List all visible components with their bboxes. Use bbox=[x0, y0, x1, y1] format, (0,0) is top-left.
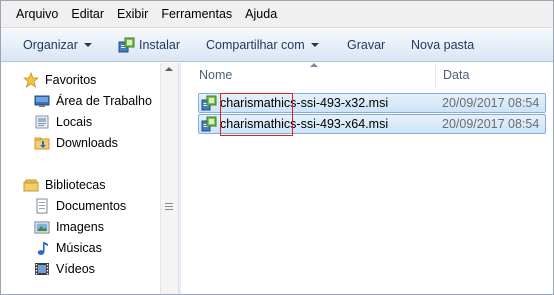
sort-ascending-icon bbox=[310, 63, 318, 67]
new-folder-button[interactable]: Nova pasta bbox=[411, 38, 474, 52]
chevron-down-icon bbox=[83, 43, 92, 47]
scroll-grip-icon[interactable] bbox=[165, 203, 173, 211]
burn-button[interactable]: Gravar bbox=[347, 38, 385, 52]
desktop-icon bbox=[34, 93, 50, 109]
organize-button[interactable]: Organizar bbox=[23, 38, 92, 52]
menu-ferramentas[interactable]: Ferramentas bbox=[161, 7, 232, 21]
navigation-pane: Favoritos Área de Trabalho Locais Downlo… bbox=[1, 63, 178, 294]
star-icon bbox=[22, 71, 40, 88]
nav-item-label: Downloads bbox=[56, 136, 118, 150]
nav-item-locais[interactable]: Locais bbox=[34, 112, 92, 132]
column-header-name[interactable]: Nome bbox=[199, 68, 232, 82]
nav-item-musicas[interactable]: Músicas bbox=[34, 238, 102, 258]
libraries-icon bbox=[23, 177, 39, 193]
nav-favorites[interactable]: Favoritos bbox=[22, 70, 97, 90]
msi-installer-icon bbox=[201, 95, 217, 111]
nav-item-downloads[interactable]: Downloads bbox=[34, 133, 118, 153]
menu-arquivo[interactable]: Arquivo bbox=[16, 7, 58, 21]
videos-icon bbox=[34, 261, 50, 277]
nav-item-videos[interactable]: Vídeos bbox=[34, 259, 95, 279]
file-row[interactable]: charismathics-ssi-493-x64.msi 20/09/2017… bbox=[198, 114, 546, 134]
documents-icon bbox=[34, 198, 50, 214]
install-label: Instalar bbox=[139, 38, 180, 52]
navigation-scrollbar[interactable] bbox=[160, 63, 178, 294]
menu-exibir[interactable]: Exibir bbox=[117, 7, 148, 21]
share-button[interactable]: Compartilhar com bbox=[206, 38, 319, 52]
install-button[interactable]: Instalar bbox=[118, 36, 180, 54]
installer-icon bbox=[118, 36, 136, 54]
menu-ajuda[interactable]: Ajuda bbox=[245, 7, 277, 21]
file-date: 20/09/2017 08:54 bbox=[442, 96, 540, 110]
nav-item-label: Documentos bbox=[56, 199, 127, 213]
nav-item-label: Área de Trabalho bbox=[56, 94, 152, 108]
file-name: charismathics-ssi-493-x64.msi bbox=[220, 117, 389, 131]
nav-item-imagens[interactable]: Imagens bbox=[34, 217, 104, 237]
organize-label: Organizar bbox=[23, 38, 78, 52]
nav-item-label: Vídeos bbox=[56, 262, 95, 276]
menu-editar[interactable]: Editar bbox=[71, 7, 104, 21]
msi-installer-icon bbox=[201, 116, 217, 132]
nav-libraries-label: Bibliotecas bbox=[45, 178, 106, 192]
column-divider[interactable] bbox=[435, 63, 436, 88]
pictures-icon bbox=[34, 219, 50, 235]
new-folder-label: Nova pasta bbox=[411, 38, 475, 52]
file-date: 20/09/2017 08:54 bbox=[442, 117, 540, 131]
file-list: Nome Data charismathics-ssi-493-x32.msi … bbox=[181, 63, 553, 294]
chevron-down-icon bbox=[310, 43, 319, 47]
nav-item-desktop[interactable]: Área de Trabalho bbox=[34, 91, 152, 111]
file-name: charismathics-ssi-493-x32.msi bbox=[220, 96, 389, 110]
music-icon bbox=[34, 240, 50, 256]
nav-libraries[interactable]: Bibliotecas bbox=[23, 175, 105, 195]
command-bar: Organizar Instalar Compartilhar com Grav… bbox=[1, 29, 553, 62]
burn-label: Gravar bbox=[347, 38, 386, 52]
column-header-row: Nome Data bbox=[181, 63, 553, 88]
nav-item-documentos[interactable]: Documentos bbox=[34, 196, 126, 216]
nav-item-label: Imagens bbox=[56, 220, 104, 234]
menu-bar: Arquivo Editar Exibir Ferramentas Ajuda bbox=[1, 1, 553, 28]
downloads-folder-icon bbox=[34, 135, 50, 151]
nav-favorites-label: Favoritos bbox=[45, 73, 97, 87]
file-row[interactable]: charismathics-ssi-493-x32.msi 20/09/2017… bbox=[198, 93, 546, 113]
share-label: Compartilhar com bbox=[206, 38, 305, 52]
nav-item-label: Músicas bbox=[56, 241, 102, 255]
nav-item-label: Locais bbox=[56, 115, 93, 129]
column-header-date[interactable]: Data bbox=[443, 68, 469, 82]
recent-places-icon bbox=[34, 114, 50, 130]
scroll-up-icon[interactable] bbox=[165, 67, 173, 71]
